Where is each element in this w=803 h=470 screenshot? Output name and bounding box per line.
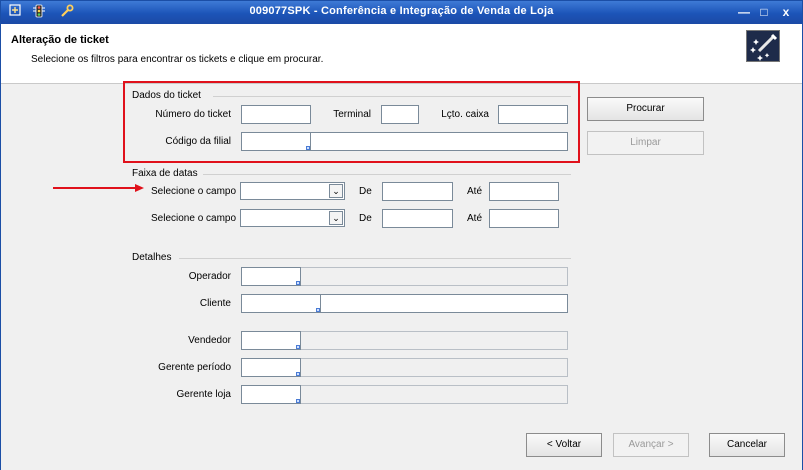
lookup-handle-icon[interactable] bbox=[296, 281, 300, 285]
de-label: De bbox=[359, 213, 372, 224]
arrow-right-icon bbox=[53, 184, 144, 192]
gerente-periodo-label: Gerente período bbox=[158, 362, 231, 373]
wizard-header: Alteração de ticket Selecione os filtros… bbox=[1, 24, 802, 84]
minimize-button[interactable]: — bbox=[735, 4, 753, 20]
magic-wand-icon bbox=[746, 30, 780, 62]
separator bbox=[179, 258, 571, 259]
lookup-divider bbox=[300, 386, 301, 403]
date-from-input[interactable] bbox=[382, 182, 453, 201]
cancelar-button[interactable]: Cancelar bbox=[709, 433, 785, 457]
page-subtitle: Selecione os filtros para encontrar os t… bbox=[31, 54, 324, 65]
date-from-input[interactable] bbox=[382, 209, 453, 228]
avancar-button[interactable]: Avançar > bbox=[613, 433, 689, 457]
de-label: De bbox=[359, 186, 372, 197]
vendedor-lookup[interactable] bbox=[241, 331, 568, 350]
title-bar: 009077SPK - Conferência e Integração de … bbox=[1, 1, 802, 24]
lookup-divider bbox=[300, 359, 301, 376]
voltar-button[interactable]: < Voltar bbox=[526, 433, 602, 457]
gerente-loja-label: Gerente loja bbox=[176, 389, 231, 400]
date-field-select[interactable]: ⌄ bbox=[240, 182, 345, 200]
date-field-label: Selecione o campo bbox=[151, 186, 237, 197]
section-faixa-datas: Faixa de datas bbox=[132, 168, 198, 179]
gerente-loja-code-input[interactable] bbox=[241, 385, 301, 404]
gerente-periodo-code-input[interactable] bbox=[241, 358, 301, 377]
date-to-input[interactable] bbox=[489, 182, 559, 201]
close-button[interactable]: x bbox=[777, 4, 795, 20]
lookup-divider bbox=[320, 295, 321, 312]
maximize-button[interactable]: □ bbox=[755, 4, 773, 20]
lookup-divider bbox=[300, 268, 301, 285]
lookup-handle-icon[interactable] bbox=[296, 399, 300, 403]
cliente-lookup[interactable] bbox=[241, 294, 568, 313]
lookup-divider bbox=[300, 332, 301, 349]
chevron-down-icon[interactable]: ⌄ bbox=[329, 211, 343, 225]
gerente-periodo-lookup[interactable] bbox=[241, 358, 568, 377]
cliente-label: Cliente bbox=[199, 298, 231, 309]
window-title: 009077SPK - Conferência e Integração de … bbox=[249, 5, 554, 17]
chevron-down-icon[interactable]: ⌄ bbox=[329, 184, 343, 198]
section-detalhes: Detalhes bbox=[132, 252, 172, 263]
highlight-box bbox=[123, 81, 580, 163]
app-window: 009077SPK - Conferência e Integração de … bbox=[0, 0, 803, 470]
lookup-handle-icon[interactable] bbox=[296, 345, 300, 349]
vendedor-label: Vendedor bbox=[188, 335, 231, 346]
lookup-handle-icon[interactable] bbox=[316, 308, 320, 312]
page-title: Alteração de ticket bbox=[11, 34, 109, 46]
ate-label: Até bbox=[467, 213, 483, 224]
date-to-input[interactable] bbox=[489, 209, 559, 228]
limpar-button[interactable]: Limpar bbox=[587, 131, 704, 155]
operador-label: Operador bbox=[188, 271, 231, 282]
date-field-select[interactable]: ⌄ bbox=[240, 209, 345, 227]
gerente-loja-lookup[interactable] bbox=[241, 385, 568, 404]
lookup-handle-icon[interactable] bbox=[296, 372, 300, 376]
vendedor-code-input[interactable] bbox=[241, 331, 301, 350]
ate-label: Até bbox=[467, 186, 483, 197]
date-field-label: Selecione o campo bbox=[151, 213, 237, 224]
operador-code-input[interactable] bbox=[241, 267, 301, 286]
operador-lookup[interactable] bbox=[241, 267, 568, 286]
separator bbox=[203, 174, 571, 175]
procurar-button[interactable]: Procurar bbox=[587, 97, 704, 121]
